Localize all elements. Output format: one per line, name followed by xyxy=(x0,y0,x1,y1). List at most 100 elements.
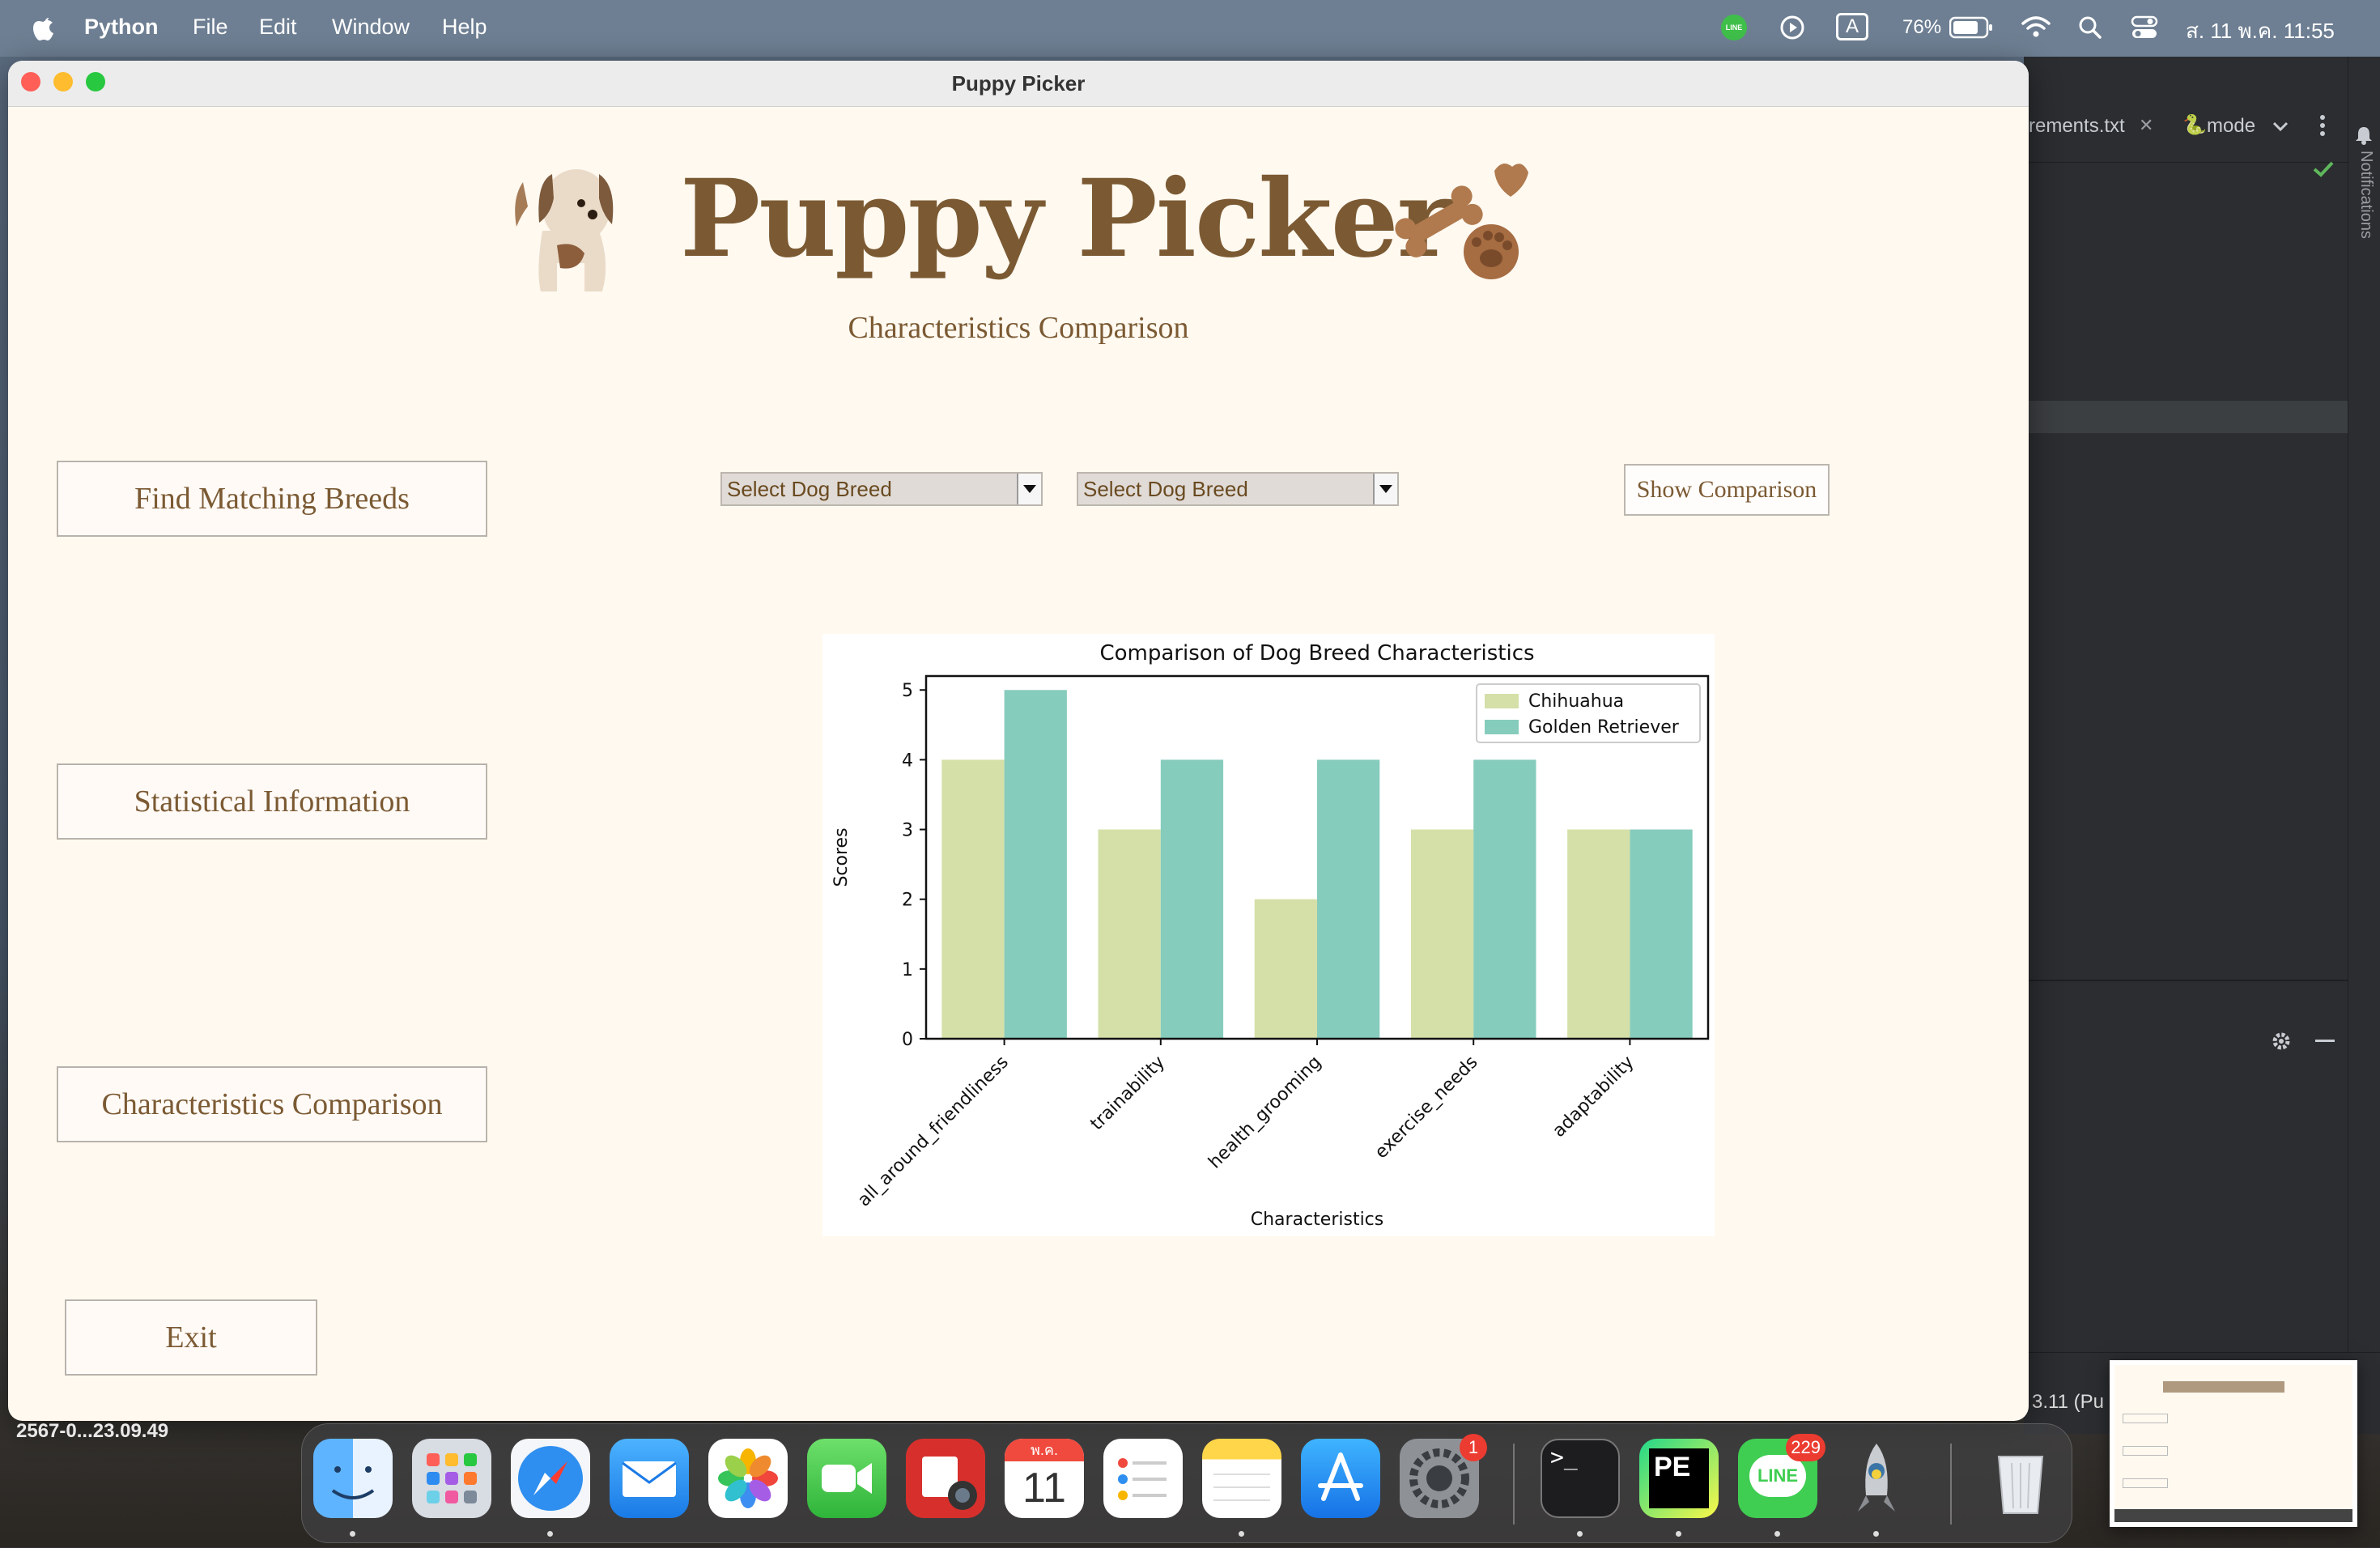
bar xyxy=(1254,899,1317,1039)
exit-button[interactable]: Exit xyxy=(65,1299,317,1376)
ide-tab-requirements[interactable]: rements.txt xyxy=(2029,115,2125,138)
zoom-window-button[interactable] xyxy=(86,72,105,91)
x-axis-label: Characteristics xyxy=(1251,1210,1383,1230)
ide-interpreter-status[interactable]: 3.11 (Pu xyxy=(2032,1391,2104,1414)
photo-booth-icon[interactable] xyxy=(906,1439,985,1518)
notes-icon[interactable] xyxy=(1202,1439,1281,1518)
x-tick-label: adaptability xyxy=(1549,1053,1638,1142)
python-launcher-icon[interactable] xyxy=(1837,1439,1916,1518)
apple-icon[interactable] xyxy=(31,11,57,44)
wifi-icon[interactable] xyxy=(2021,15,2051,39)
running-indicator xyxy=(547,1531,553,1537)
running-indicator xyxy=(350,1531,355,1537)
line-status-icon[interactable]: LINE xyxy=(1721,15,1747,40)
puppy-picker-window: Puppy Picker Puppy Picker Characteristic… xyxy=(8,61,2029,1421)
comparison-chart-panel: Comparison of Dog Breed Characteristics 0… xyxy=(822,634,1715,1236)
y-tick-label: 4 xyxy=(902,751,913,771)
gear-icon[interactable] xyxy=(2270,1030,2293,1053)
control-center-icon[interactable] xyxy=(2131,15,2158,40)
bar xyxy=(1160,759,1224,1039)
bar xyxy=(941,759,1005,1039)
bar xyxy=(1317,759,1380,1039)
close-window-button[interactable] xyxy=(21,72,40,91)
terminal-prompt: >_ xyxy=(1550,1444,1578,1470)
dropdown-arrow-icon[interactable] xyxy=(1017,474,1041,504)
battery-percent: 76% xyxy=(1902,16,1942,38)
characteristics-comparison-button[interactable]: Characteristics Comparison xyxy=(57,1066,487,1142)
menu-bar: Python File Edit Window Help LINE A 76% … xyxy=(0,0,2380,57)
bar xyxy=(1630,829,1693,1039)
reminders-icon[interactable] xyxy=(1103,1439,1183,1518)
bell-icon[interactable] xyxy=(2354,125,2374,146)
breed-dropdown-1-value: Select Dog Breed xyxy=(727,477,892,501)
mail-icon[interactable] xyxy=(610,1439,689,1518)
photos-icon[interactable] xyxy=(708,1439,788,1518)
find-matching-breeds-button[interactable]: Find Matching Breeds xyxy=(57,461,487,537)
menu-file[interactable]: File xyxy=(193,15,228,40)
chart-title: Comparison of Dog Breed Characteristics xyxy=(1099,641,1534,666)
ide-highlight-row xyxy=(2024,401,2348,433)
minimize-icon[interactable] xyxy=(2315,1040,2335,1042)
more-options-icon[interactable] xyxy=(2318,113,2327,138)
screenshot-thumbnail[interactable] xyxy=(2110,1360,2357,1527)
menu-window[interactable]: Window xyxy=(332,15,410,40)
y-tick-label: 5 xyxy=(902,681,913,701)
legend-label: Golden Retriever xyxy=(1528,717,1680,738)
menubar-clock[interactable]: ส. 11 พ.ค. 11:55 xyxy=(2186,15,2335,48)
line-app-icon[interactable]: LINE 229 xyxy=(1738,1434,1825,1518)
y-tick-label: 2 xyxy=(902,891,913,911)
system-settings-icon[interactable]: 1 xyxy=(1400,1434,1487,1518)
finder-icon[interactable] xyxy=(313,1439,393,1518)
running-indicator xyxy=(1239,1531,1244,1537)
spotlight-search-icon[interactable] xyxy=(2077,15,2103,40)
show-comparison-button[interactable]: Show Comparison xyxy=(1624,464,1830,516)
close-tab-icon[interactable]: ✕ xyxy=(2139,115,2153,136)
breed-dropdown-2[interactable]: Select Dog Breed xyxy=(1077,472,1399,506)
breed-dropdown-1[interactable]: Select Dog Breed xyxy=(720,472,1043,506)
window-title: Puppy Picker xyxy=(951,71,1086,96)
dock-separator xyxy=(1513,1444,1515,1525)
dog-treats-icon xyxy=(1395,164,1528,279)
menu-help[interactable]: Help xyxy=(442,15,487,40)
bar xyxy=(1098,829,1161,1039)
breed-dropdown-2-value: Select Dog Breed xyxy=(1083,477,1248,501)
desktop-file-label[interactable]: 2567-0...23.09.49 xyxy=(16,1420,168,1443)
terminal-icon[interactable]: >_ xyxy=(1541,1439,1620,1518)
minimize-window-button[interactable] xyxy=(53,72,73,91)
bar xyxy=(1473,759,1536,1039)
dropdown-arrow-icon[interactable] xyxy=(1373,474,1397,504)
app-title: Puppy Picker xyxy=(680,156,1453,282)
x-tick-label: exercise_needs xyxy=(1371,1053,1482,1163)
statistical-information-button[interactable]: Statistical Information xyxy=(57,763,487,840)
comparison-bar-chart: Comparison of Dog Breed Characteristics 0… xyxy=(831,641,1710,1230)
calendar-icon[interactable]: พ.ค. 11 xyxy=(1005,1439,1084,1518)
x-tick-label: all_around_friendliness xyxy=(854,1053,1013,1211)
bar xyxy=(1004,690,1067,1039)
menu-edit[interactable]: Edit xyxy=(259,15,297,40)
pycharm-label: PE xyxy=(1649,1448,1709,1508)
dock-separator xyxy=(1950,1444,1952,1525)
y-axis-label: Scores xyxy=(831,827,852,887)
bar xyxy=(1567,829,1630,1039)
chevron-down-icon[interactable] xyxy=(2272,120,2289,133)
line-badge: 229 xyxy=(1786,1434,1825,1461)
safari-icon[interactable] xyxy=(511,1439,590,1518)
facetime-icon[interactable] xyxy=(807,1439,886,1518)
window-titlebar[interactable]: Puppy Picker xyxy=(8,61,2029,107)
input-source-indicator[interactable]: A xyxy=(1836,13,1868,40)
play-icon[interactable] xyxy=(1779,15,1805,40)
check-icon xyxy=(2313,161,2334,177)
trash-icon[interactable] xyxy=(1981,1439,2060,1518)
calendar-day: 11 xyxy=(1022,1465,1066,1512)
running-indicator xyxy=(1774,1531,1780,1537)
menu-app-name[interactable]: Python xyxy=(84,15,159,40)
launchpad-icon[interactable] xyxy=(412,1439,491,1518)
x-tick-label: health_grooming xyxy=(1205,1053,1325,1173)
battery-icon[interactable] xyxy=(1949,16,1993,39)
notifications-label[interactable]: Notifications xyxy=(2354,151,2375,329)
ide-tab-model[interactable]: mode xyxy=(2207,115,2255,138)
pycharm-icon[interactable]: PE xyxy=(1639,1439,1719,1518)
running-indicator xyxy=(1676,1531,1681,1537)
app-store-icon[interactable] xyxy=(1301,1439,1380,1518)
puppy-icon xyxy=(515,169,614,291)
